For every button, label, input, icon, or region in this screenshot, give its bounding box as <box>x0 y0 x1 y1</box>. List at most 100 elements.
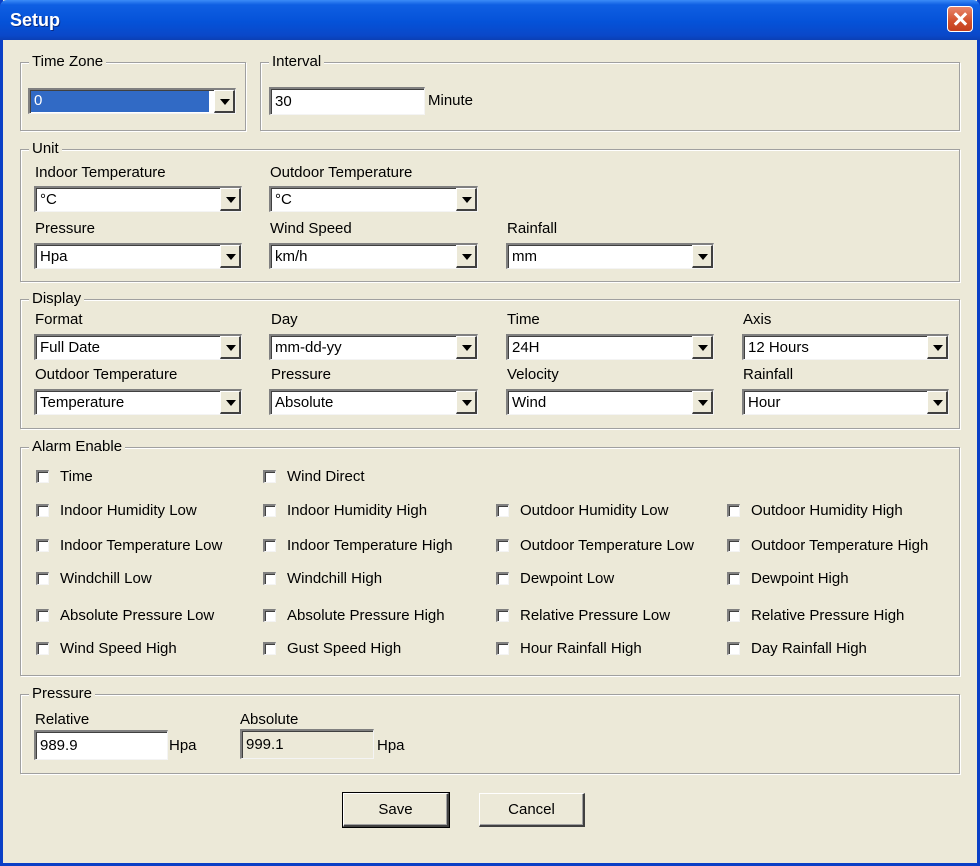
axis-select[interactable]: 12 Hours <box>742 334 949 360</box>
wind-speed-select[interactable]: km/h <box>269 243 478 269</box>
chevron-down-icon[interactable] <box>456 336 477 359</box>
day-select[interactable]: mm-dd-yy <box>269 334 478 360</box>
chevron-down-icon[interactable] <box>214 90 235 113</box>
checkbox-label: Indoor Temperature High <box>287 537 453 554</box>
time-zone-legend: Time Zone <box>29 53 107 71</box>
checkbox-box[interactable] <box>496 642 509 655</box>
outdoor-temperature-unit-value: °C <box>275 191 292 208</box>
chevron-down-icon[interactable] <box>456 188 477 211</box>
chevron-down-icon[interactable] <box>456 391 477 414</box>
absolute-pressure-label: Absolute <box>240 711 299 728</box>
chevron-down-icon[interactable] <box>692 336 713 359</box>
checkbox-label: Gust Speed High <box>287 640 402 657</box>
checkbox-label: Indoor Humidity Low <box>60 502 197 519</box>
checkbox-label: Wind Speed High <box>60 640 177 657</box>
checkbox-box[interactable] <box>727 572 740 585</box>
chevron-down-icon[interactable] <box>220 391 241 414</box>
pressure-legend: Pressure <box>29 685 96 703</box>
checkbox-label: Absolute Pressure Low <box>60 607 215 624</box>
checkbox-label: Windchill High <box>287 570 383 587</box>
time-zone-select[interactable]: 0 <box>28 88 236 114</box>
checkbox-box[interactable] <box>36 539 49 552</box>
interval-unit-label: Minute <box>428 92 474 109</box>
axis-label: Axis <box>743 311 772 328</box>
checkbox-box[interactable] <box>36 642 49 655</box>
interval-input[interactable] <box>269 87 425 115</box>
cancel-button[interactable]: Cancel <box>479 793 585 827</box>
alarm-enable-legend: Alarm Enable <box>29 438 126 456</box>
checkbox-box[interactable] <box>727 539 740 552</box>
chevron-down-icon[interactable] <box>692 245 713 268</box>
day-value: mm-dd-yy <box>275 339 342 356</box>
rainfall-display-select[interactable]: Hour <box>742 389 949 415</box>
time-label: Time <box>507 311 540 328</box>
checkbox-box[interactable] <box>263 539 276 552</box>
velocity-label: Velocity <box>507 366 559 383</box>
checkbox-box[interactable] <box>263 642 276 655</box>
pressure-display-value: Absolute <box>275 394 334 411</box>
format-label: Format <box>35 311 83 328</box>
checkbox-box[interactable] <box>496 504 509 517</box>
save-button[interactable]: Save <box>342 792 450 828</box>
time-select[interactable]: 24H <box>506 334 714 360</box>
checkbox-box[interactable] <box>36 572 49 585</box>
checkbox-box[interactable] <box>263 470 276 483</box>
checkbox-box[interactable] <box>263 572 276 585</box>
chevron-down-icon[interactable] <box>220 336 241 359</box>
outdoor-temperature-display-value: Temperature <box>40 394 125 411</box>
checkbox-label: Outdoor Temperature High <box>751 537 929 554</box>
indoor-temperature-select[interactable]: °C <box>34 186 242 212</box>
format-select[interactable]: Full Date <box>34 334 242 360</box>
outdoor-temperature-display-select[interactable]: Temperature <box>34 389 242 415</box>
relative-pressure-input[interactable] <box>34 730 168 760</box>
checkbox-label: Indoor Humidity High <box>287 502 428 519</box>
checkbox-label: Dewpoint Low <box>520 570 615 587</box>
rainfall-display-value: Hour <box>748 394 781 411</box>
checkbox-label: Relative Pressure High <box>751 607 905 624</box>
checkbox-box[interactable] <box>263 504 276 517</box>
checkbox-box[interactable] <box>36 504 49 517</box>
time-value: 24H <box>512 339 540 356</box>
checkbox-label: Indoor Temperature Low <box>60 537 223 554</box>
checkbox-label: Absolute Pressure High <box>287 607 445 624</box>
display-legend: Display <box>29 290 85 308</box>
checkbox-box[interactable] <box>727 642 740 655</box>
checkbox-box[interactable] <box>496 572 509 585</box>
outdoor-temperature-unit-select[interactable]: °C <box>269 186 478 212</box>
day-label: Day <box>271 311 298 328</box>
checkbox-box[interactable] <box>36 609 49 622</box>
rainfall-unit-value: mm <box>512 248 537 265</box>
checkbox-box[interactable] <box>496 539 509 552</box>
checkbox-label: Hour Rainfall High <box>520 640 642 657</box>
checkbox-label: Outdoor Temperature Low <box>520 537 694 554</box>
chevron-down-icon[interactable] <box>220 245 241 268</box>
format-value: Full Date <box>40 339 101 356</box>
outdoor-temperature-display-label: Outdoor Temperature <box>35 366 178 383</box>
checkbox-box[interactable] <box>496 609 509 622</box>
interval-legend: Interval <box>269 53 325 71</box>
chevron-down-icon[interactable] <box>927 391 948 414</box>
rainfall-unit-select[interactable]: mm <box>506 243 714 269</box>
indoor-temperature-value: °C <box>40 191 57 208</box>
checkbox-label: Outdoor Humidity Low <box>520 502 669 519</box>
chevron-down-icon[interactable] <box>692 391 713 414</box>
checkbox-box[interactable] <box>727 504 740 517</box>
checkbox-box[interactable] <box>36 470 49 483</box>
velocity-select[interactable]: Wind <box>506 389 714 415</box>
chevron-down-icon[interactable] <box>220 188 241 211</box>
pressure-display-select[interactable]: Absolute <box>269 389 478 415</box>
relative-pressure-label: Relative <box>35 711 90 728</box>
velocity-value: Wind <box>512 394 547 411</box>
chevron-down-icon[interactable] <box>456 245 477 268</box>
close-icon[interactable] <box>947 6 973 32</box>
pressure-unit-select[interactable]: Hpa <box>34 243 242 269</box>
outdoor-temperature-unit-label: Outdoor Temperature <box>270 164 413 181</box>
absolute-pressure-unit: Hpa <box>377 737 405 754</box>
checkbox-box[interactable] <box>263 609 276 622</box>
wind-speed-label: Wind Speed <box>270 220 352 237</box>
axis-value: 12 Hours <box>748 339 809 356</box>
checkbox-box[interactable] <box>727 609 740 622</box>
title-bar[interactable]: Setup <box>0 0 980 40</box>
chevron-down-icon[interactable] <box>927 336 948 359</box>
rainfall-unit-label: Rainfall <box>507 220 558 237</box>
